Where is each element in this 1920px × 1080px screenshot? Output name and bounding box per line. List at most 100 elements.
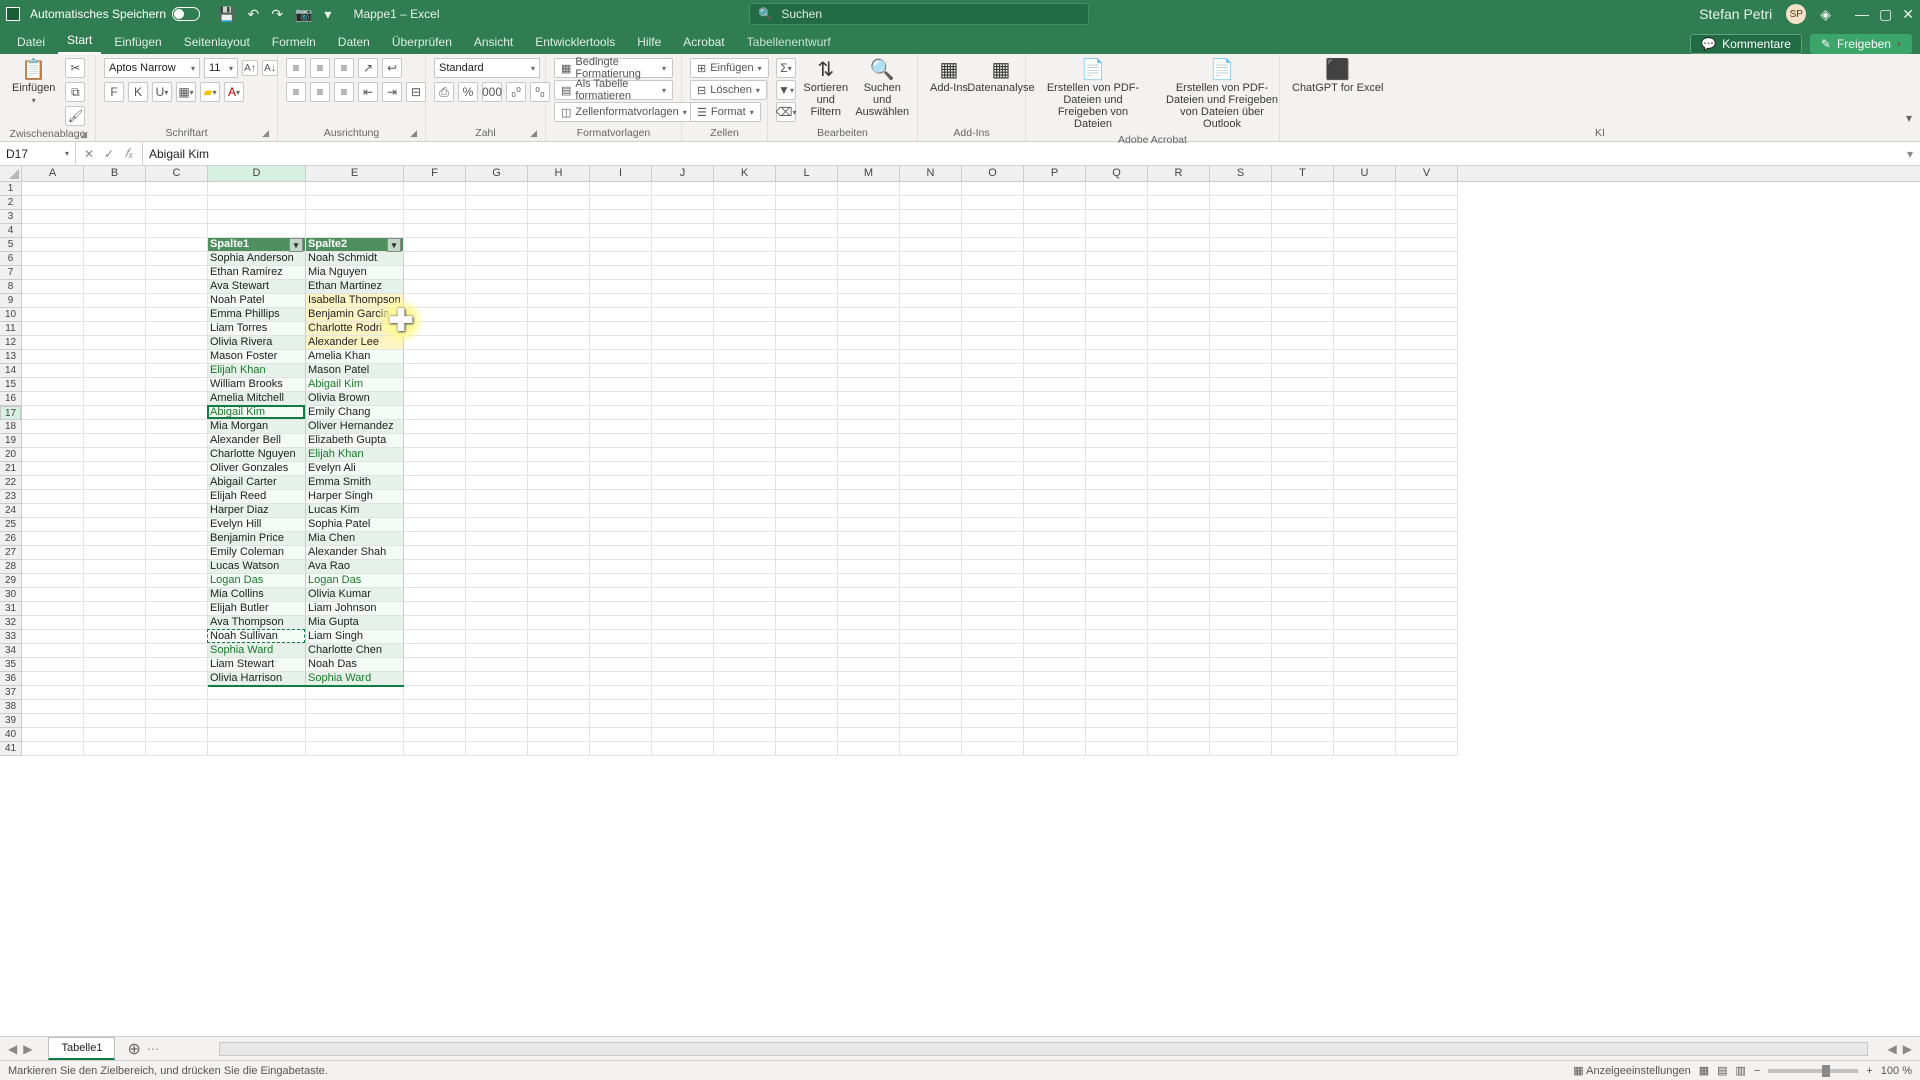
- cell-H36[interactable]: [528, 672, 590, 686]
- cell-U24[interactable]: [1334, 504, 1396, 518]
- cell-S23[interactable]: [1210, 490, 1272, 504]
- cell-L30[interactable]: [776, 588, 838, 602]
- cell-V4[interactable]: [1396, 224, 1458, 238]
- cell-D1[interactable]: [208, 182, 306, 196]
- cell-I39[interactable]: [590, 714, 652, 728]
- cell-E32[interactable]: Mia Gupta: [306, 616, 404, 630]
- cell-D34[interactable]: Sophia Ward: [208, 644, 306, 658]
- cell-C28[interactable]: [146, 560, 208, 574]
- add-sheet-button[interactable]: ⊕: [121, 1039, 146, 1059]
- cell-Q22[interactable]: [1086, 476, 1148, 490]
- cell-J15[interactable]: [652, 378, 714, 392]
- cell-D20[interactable]: Charlotte Nguyen: [208, 448, 306, 462]
- cell-T37[interactable]: [1272, 686, 1334, 700]
- cell-E40[interactable]: [306, 728, 404, 742]
- cell-F6[interactable]: [404, 252, 466, 266]
- cell-I19[interactable]: [590, 434, 652, 448]
- col-header-R[interactable]: R: [1148, 166, 1210, 181]
- cell-M3[interactable]: [838, 210, 900, 224]
- cell-K10[interactable]: [714, 308, 776, 322]
- cell-S14[interactable]: [1210, 364, 1272, 378]
- cell-L37[interactable]: [776, 686, 838, 700]
- cell-O36[interactable]: [962, 672, 1024, 686]
- autosum-button[interactable]: Σ▾: [776, 58, 796, 78]
- cell-Q20[interactable]: [1086, 448, 1148, 462]
- row-header-7[interactable]: 7: [0, 266, 21, 280]
- cell-F15[interactable]: [404, 378, 466, 392]
- cell-U38[interactable]: [1334, 700, 1396, 714]
- cell-F10[interactable]: [404, 308, 466, 322]
- cell-D6[interactable]: Sophia Anderson: [208, 252, 306, 266]
- col-header-K[interactable]: K: [714, 166, 776, 181]
- cell-C8[interactable]: [146, 280, 208, 294]
- cell-H3[interactable]: [528, 210, 590, 224]
- cell-D2[interactable]: [208, 196, 306, 210]
- cell-E23[interactable]: Harper Singh: [306, 490, 404, 504]
- cell-P40[interactable]: [1024, 728, 1086, 742]
- cell-S29[interactable]: [1210, 574, 1272, 588]
- cell-U2[interactable]: [1334, 196, 1396, 210]
- cell-A8[interactable]: [22, 280, 84, 294]
- cell-G20[interactable]: [466, 448, 528, 462]
- cell-P17[interactable]: [1024, 406, 1086, 420]
- cell-E11[interactable]: Charlotte Rodri: [306, 322, 404, 336]
- cell-O17[interactable]: [962, 406, 1024, 420]
- cell-G16[interactable]: [466, 392, 528, 406]
- cell-E17[interactable]: Emily Chang: [306, 406, 404, 420]
- cell-B17[interactable]: [84, 406, 146, 420]
- cell-V7[interactable]: [1396, 266, 1458, 280]
- cell-N22[interactable]: [900, 476, 962, 490]
- cell-N3[interactable]: [900, 210, 962, 224]
- cell-O16[interactable]: [962, 392, 1024, 406]
- cell-N18[interactable]: [900, 420, 962, 434]
- cell-B8[interactable]: [84, 280, 146, 294]
- cell-I14[interactable]: [590, 364, 652, 378]
- cell-S13[interactable]: [1210, 350, 1272, 364]
- cell-S31[interactable]: [1210, 602, 1272, 616]
- cell-V24[interactable]: [1396, 504, 1458, 518]
- cell-F36[interactable]: [404, 672, 466, 686]
- cell-L40[interactable]: [776, 728, 838, 742]
- cell-Q18[interactable]: [1086, 420, 1148, 434]
- cell-O8[interactable]: [962, 280, 1024, 294]
- cell-T22[interactable]: [1272, 476, 1334, 490]
- cell-J18[interactable]: [652, 420, 714, 434]
- cell-B32[interactable]: [84, 616, 146, 630]
- cell-K8[interactable]: [714, 280, 776, 294]
- cell-M32[interactable]: [838, 616, 900, 630]
- cell-B15[interactable]: [84, 378, 146, 392]
- cell-V10[interactable]: [1396, 308, 1458, 322]
- cell-L19[interactable]: [776, 434, 838, 448]
- cell-D25[interactable]: Evelyn Hill: [208, 518, 306, 532]
- cell-G14[interactable]: [466, 364, 528, 378]
- cell-E9[interactable]: Isabella Thompson: [306, 294, 404, 308]
- cell-P25[interactable]: [1024, 518, 1086, 532]
- cell-H39[interactable]: [528, 714, 590, 728]
- row-header-26[interactable]: 26: [0, 532, 21, 546]
- cell-B25[interactable]: [84, 518, 146, 532]
- formula-fx-icon[interactable]: 𝑓ₓ: [120, 146, 138, 161]
- cell-R32[interactable]: [1148, 616, 1210, 630]
- cell-L3[interactable]: [776, 210, 838, 224]
- cell-S7[interactable]: [1210, 266, 1272, 280]
- cell-M27[interactable]: [838, 546, 900, 560]
- cell-S38[interactable]: [1210, 700, 1272, 714]
- cell-A20[interactable]: [22, 448, 84, 462]
- cell-B40[interactable]: [84, 728, 146, 742]
- cell-H20[interactable]: [528, 448, 590, 462]
- col-header-E[interactable]: E: [306, 166, 404, 181]
- cell-G34[interactable]: [466, 644, 528, 658]
- clear-button[interactable]: ⌫▾: [776, 102, 796, 122]
- cell-K31[interactable]: [714, 602, 776, 616]
- cell-O35[interactable]: [962, 658, 1024, 672]
- cell-V19[interactable]: [1396, 434, 1458, 448]
- row-header-18[interactable]: 18: [0, 420, 21, 434]
- cell-O7[interactable]: [962, 266, 1024, 280]
- cell-N2[interactable]: [900, 196, 962, 210]
- cell-M20[interactable]: [838, 448, 900, 462]
- cell-U41[interactable]: [1334, 742, 1396, 756]
- cell-L2[interactable]: [776, 196, 838, 210]
- cell-E28[interactable]: Ava Rao: [306, 560, 404, 574]
- cell-A22[interactable]: [22, 476, 84, 490]
- cell-P7[interactable]: [1024, 266, 1086, 280]
